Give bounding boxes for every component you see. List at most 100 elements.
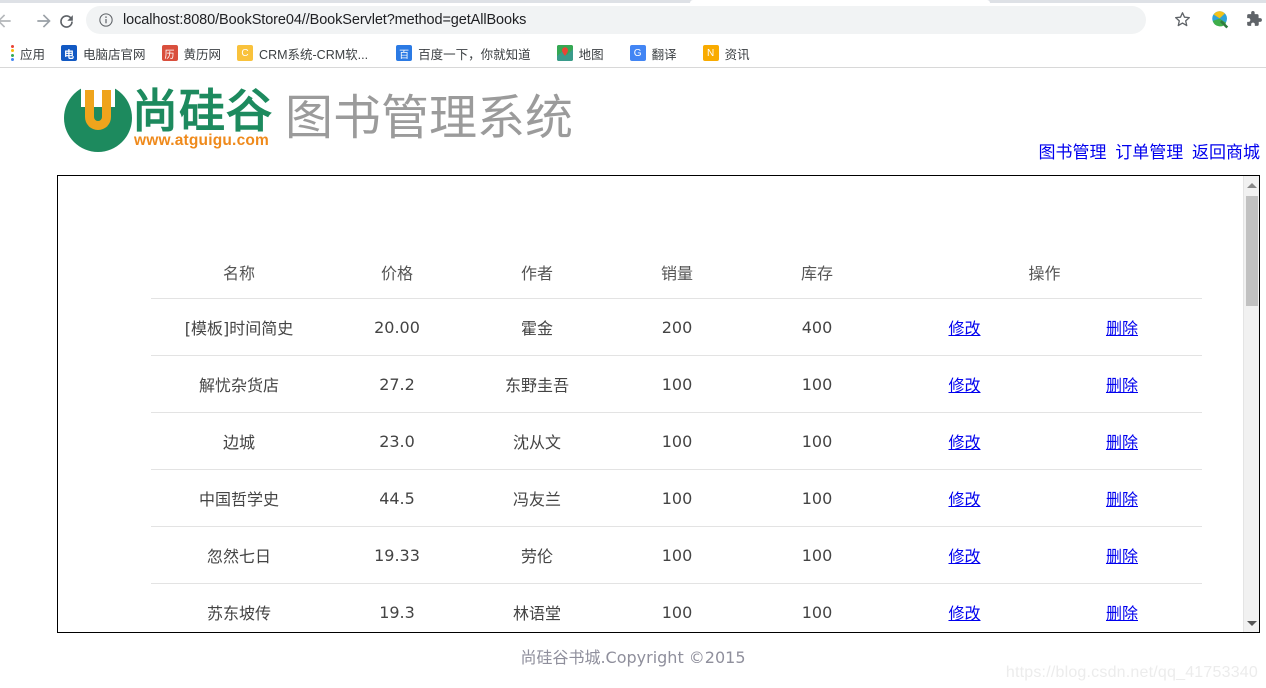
bookmark-label: 翻译 (651, 47, 677, 62)
scroll-up-arrow-icon[interactable] (1244, 177, 1259, 193)
back-arrow-icon[interactable] (0, 7, 18, 35)
delete-link[interactable]: 删除 (1106, 604, 1138, 623)
apps-grid-icon (10, 45, 14, 61)
bookmark-label: 地图 (578, 47, 604, 62)
cell-stock: 100 (747, 355, 887, 413)
delete-link[interactable]: 删除 (1106, 490, 1138, 509)
site-header: 尚硅谷 www.atguigu.com 图书管理系统 图书管理 订单管理 返回商… (0, 68, 1266, 168)
book-table: 名称 价格 作者 销量 库存 操作 [模板]时间简史 20.00 霍金 200 (151, 254, 1202, 632)
cell-name: 苏东坡传 (151, 583, 327, 632)
cell-name: 解忧杂货店 (151, 355, 327, 413)
cell-name: 中国哲学史 (151, 469, 327, 527)
cell-price: 20.00 (327, 298, 467, 356)
cell-sales: 100 (607, 469, 747, 527)
delete-link[interactable]: 删除 (1106, 376, 1138, 395)
edit-link[interactable]: 修改 (948, 433, 980, 452)
crm-icon: C (237, 45, 254, 61)
content-frame: 名称 价格 作者 销量 库存 操作 [模板]时间简史 20.00 霍金 200 (57, 175, 1260, 633)
cell-price: 44.5 (327, 469, 467, 527)
bookmark-label: 资讯 (724, 47, 750, 62)
address-bar[interactable]: localhost:8080/BookStore04//BookServlet?… (86, 6, 1146, 34)
nav-link-back-to-store[interactable]: 返回商城 (1192, 143, 1260, 162)
cell-author: 霍金 (467, 298, 607, 356)
content-scrollbar[interactable] (1243, 176, 1259, 632)
bookmark-baidu[interactable]: 百 百度一下，你就知道 (390, 41, 537, 65)
cell-stock: 100 (747, 583, 887, 632)
cell-author: 冯友兰 (467, 469, 607, 527)
cell-stock: 100 (747, 412, 887, 470)
edit-link[interactable]: 修改 (948, 547, 980, 566)
browser-toolbar: localhost:8080/BookStore04//BookServlet?… (0, 3, 1266, 37)
baidu-icon: 百 (396, 45, 413, 61)
nav-link-book-manage[interactable]: 图书管理 (1039, 143, 1107, 162)
bookmark-huangli[interactable]: 历 黄历网 (156, 41, 228, 65)
puzzle-extensions-icon[interactable] (1243, 9, 1265, 31)
column-header-stock: 库存 (747, 254, 887, 299)
bookmark-apps[interactable]: 应用 (4, 41, 51, 65)
bookmark-translate[interactable]: G 翻译 (624, 41, 683, 65)
cell-sales: 200 (607, 298, 747, 356)
bookmark-maps[interactable]: 地图 (551, 41, 610, 65)
logo-brand-url: www.atguigu.com (134, 132, 270, 149)
watermark-text: https://blog.csdn.net/qq_41753340 (1005, 664, 1258, 681)
bookmark-label: 百度一下，你就知道 (418, 47, 531, 62)
column-header-author: 作者 (467, 254, 607, 299)
cell-price: 23.0 (327, 412, 467, 470)
bookmark-label: 应用 (20, 47, 46, 62)
reload-icon[interactable] (52, 7, 80, 35)
table-row: 解忧杂货店 27.2 东野圭吾 100 100 修改 删除 (151, 355, 1202, 413)
cell-stock: 400 (747, 298, 887, 356)
edit-link[interactable]: 修改 (948, 490, 980, 509)
table-row: [模板]时间简史 20.00 霍金 200 400 修改 删除 (151, 298, 1202, 356)
nav-link-order-manage[interactable]: 订单管理 (1115, 143, 1183, 162)
google-news-icon: N (702, 45, 719, 61)
atguigu-logo-icon (62, 82, 134, 154)
table-row: 苏东坡传 19.3 林语堂 100 100 修改 删除 (151, 583, 1202, 632)
cell-stock: 100 (747, 469, 887, 527)
content-scroll-area: 名称 价格 作者 销量 库存 操作 [模板]时间简史 20.00 霍金 200 (58, 176, 1244, 632)
idm-extension-icon[interactable] (1210, 9, 1232, 31)
table-header-row: 名称 价格 作者 销量 库存 操作 (151, 254, 1202, 299)
column-header-name: 名称 (151, 254, 327, 299)
bookmark-crm[interactable]: C CRM系统-CRM软... (231, 41, 374, 65)
column-header-sales: 销量 (607, 254, 747, 299)
google-translate-icon: G (629, 45, 646, 61)
dianaodian-icon: 电 (61, 45, 78, 61)
page-title: 图书管理系统 (285, 90, 574, 146)
cell-sales: 100 (607, 583, 747, 632)
delete-link[interactable]: 删除 (1106, 433, 1138, 452)
cell-stock: 100 (747, 526, 887, 584)
page-content: 尚硅谷 www.atguigu.com 图书管理系统 图书管理 订单管理 返回商… (0, 68, 1266, 688)
cell-author: 东野圭吾 (467, 355, 607, 413)
cell-author: 劳伦 (467, 526, 607, 584)
site-info-icon[interactable] (98, 12, 114, 28)
delete-link[interactable]: 删除 (1106, 547, 1138, 566)
header-nav: 图书管理 订单管理 返回商城 (1035, 138, 1260, 163)
cell-sales: 100 (607, 526, 747, 584)
cell-sales: 100 (607, 355, 747, 413)
logo-brand-name: 尚硅谷 (132, 84, 273, 138)
scroll-down-arrow-icon[interactable] (1244, 615, 1259, 631)
browser-chrome: localhost:8080/BookStore04//BookServlet?… (0, 0, 1266, 68)
edit-link[interactable]: 修改 (948, 319, 980, 338)
column-header-actions: 操作 (887, 254, 1202, 299)
edit-link[interactable]: 修改 (948, 604, 980, 623)
delete-link[interactable]: 删除 (1106, 319, 1138, 338)
huangli-icon: 历 (161, 45, 178, 61)
bookmarks-bar: 应用 电 电脑店官网 历 黄历网 C CRM系统-CRM软... 百 百度一下，… (0, 39, 1266, 67)
cell-author: 林语堂 (467, 583, 607, 632)
cell-name: 边城 (151, 412, 327, 470)
bookmark-label: 电脑店官网 (83, 47, 146, 62)
cell-price: 19.3 (327, 583, 467, 632)
edit-link[interactable]: 修改 (948, 376, 980, 395)
url-text: localhost:8080/BookStore04//BookServlet?… (123, 12, 527, 28)
bookmark-news[interactable]: N 资讯 (697, 41, 756, 65)
bookmark-star-icon[interactable] (1172, 9, 1194, 31)
scrollbar-thumb[interactable] (1246, 196, 1258, 306)
table-row: 边城 23.0 沈从文 100 100 修改 删除 (151, 412, 1202, 470)
table-row: 中国哲学史 44.5 冯友兰 100 100 修改 删除 (151, 469, 1202, 527)
cell-price: 19.33 (327, 526, 467, 584)
bookmark-dianaodian[interactable]: 电 电脑店官网 (55, 41, 152, 65)
cell-price: 27.2 (327, 355, 467, 413)
cell-name: [模板]时间简史 (151, 298, 327, 356)
